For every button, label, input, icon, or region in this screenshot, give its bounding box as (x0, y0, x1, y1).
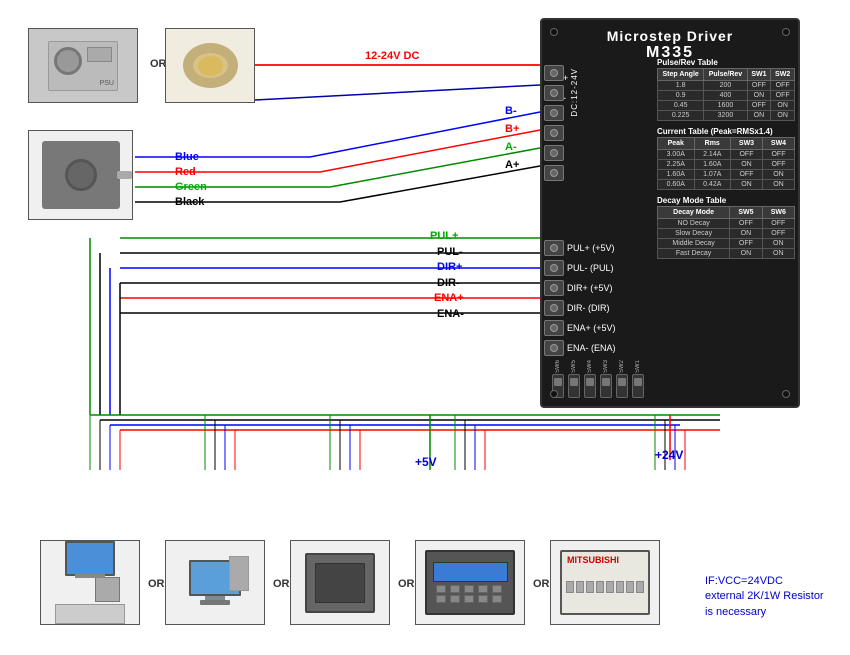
mount-hole-tr (782, 28, 790, 36)
transformer-image (165, 28, 255, 103)
voltage-label: 12-24V DC (365, 50, 419, 62)
decay-table: Decay ModeSW5SW6 NO DecayOFFOFF Slow Dec… (657, 206, 795, 259)
v24-label: +24V (655, 448, 683, 462)
ena-minus-label: ENA- (437, 308, 464, 320)
driver-box: Microstep Driver M335 DC+ DC- B- B+ A- A… (540, 18, 800, 408)
term-pulplus: PUL+ (+5V) (567, 238, 616, 258)
pulse-table: Step AnglePulse/RevSW1SW2 1.8200OFFOFF 0… (657, 68, 795, 121)
mount-hole-tl (550, 28, 558, 36)
mount-hole-bl (550, 390, 558, 398)
terminal-bp-label: B+ (505, 123, 519, 135)
wire-blue-label: Blue (175, 151, 199, 163)
wire-black-label: Black (175, 196, 204, 208)
dir-plus-label: DIR+ (437, 261, 462, 273)
current-table-title: Current Table (Peak=RMSx1.4) (657, 127, 795, 136)
or-label-5: OR (533, 578, 550, 590)
term-dirminus: DIR- (DIR) (567, 298, 616, 318)
terminal-ap-label: A+ (505, 159, 519, 171)
driver-title: Microstep Driver (542, 20, 798, 44)
or-label-2: OR (148, 578, 165, 590)
wire-red-label: Red (175, 166, 196, 178)
term-enaplus: ENA+ (+5V) (567, 318, 616, 338)
mount-hole-br (782, 390, 790, 398)
pul-minus-label: PUL- (437, 246, 463, 258)
note-text: IF:VCC=24VDC external 2K/1W Resistor is … (705, 574, 825, 620)
motor-image (28, 130, 133, 220)
ena-plus-label: ENA+ (434, 292, 464, 304)
decay-table-title: Decay Mode Table (657, 196, 795, 205)
current-table: PeakRmsSW3SW4 3.00A2.14AOFFOFF 2.25A1.60… (657, 137, 795, 190)
pul-plus-label: PUL+ (430, 230, 458, 242)
device-4-box (415, 540, 525, 625)
wire-green-label: Green (175, 181, 207, 193)
device-3-box (290, 540, 390, 625)
dir-minus-label: DIR- (437, 277, 460, 289)
term-dirplus: DIR+ (+5V) (567, 278, 616, 298)
terminal-am-label: A- (505, 141, 517, 153)
device-1-box (40, 540, 140, 625)
diagram-container: PSU OR 12-24V DC Blue Red Green Black B-… (0, 0, 850, 655)
term-pulminus: PUL- (PUL) (567, 258, 616, 278)
device-5-box: MITSUBISHI (550, 540, 660, 625)
dc-range-label: DC:12-24V (570, 68, 579, 117)
or-label-3: OR (273, 578, 290, 590)
power-supply-image: PSU (28, 28, 138, 103)
v5-label: +5V (415, 455, 437, 469)
device-2-box (165, 540, 265, 625)
terminal-bm-label: B- (505, 105, 517, 117)
pulse-table-title: Pulse/Rev Table (657, 58, 795, 67)
or-label-4: OR (398, 578, 415, 590)
